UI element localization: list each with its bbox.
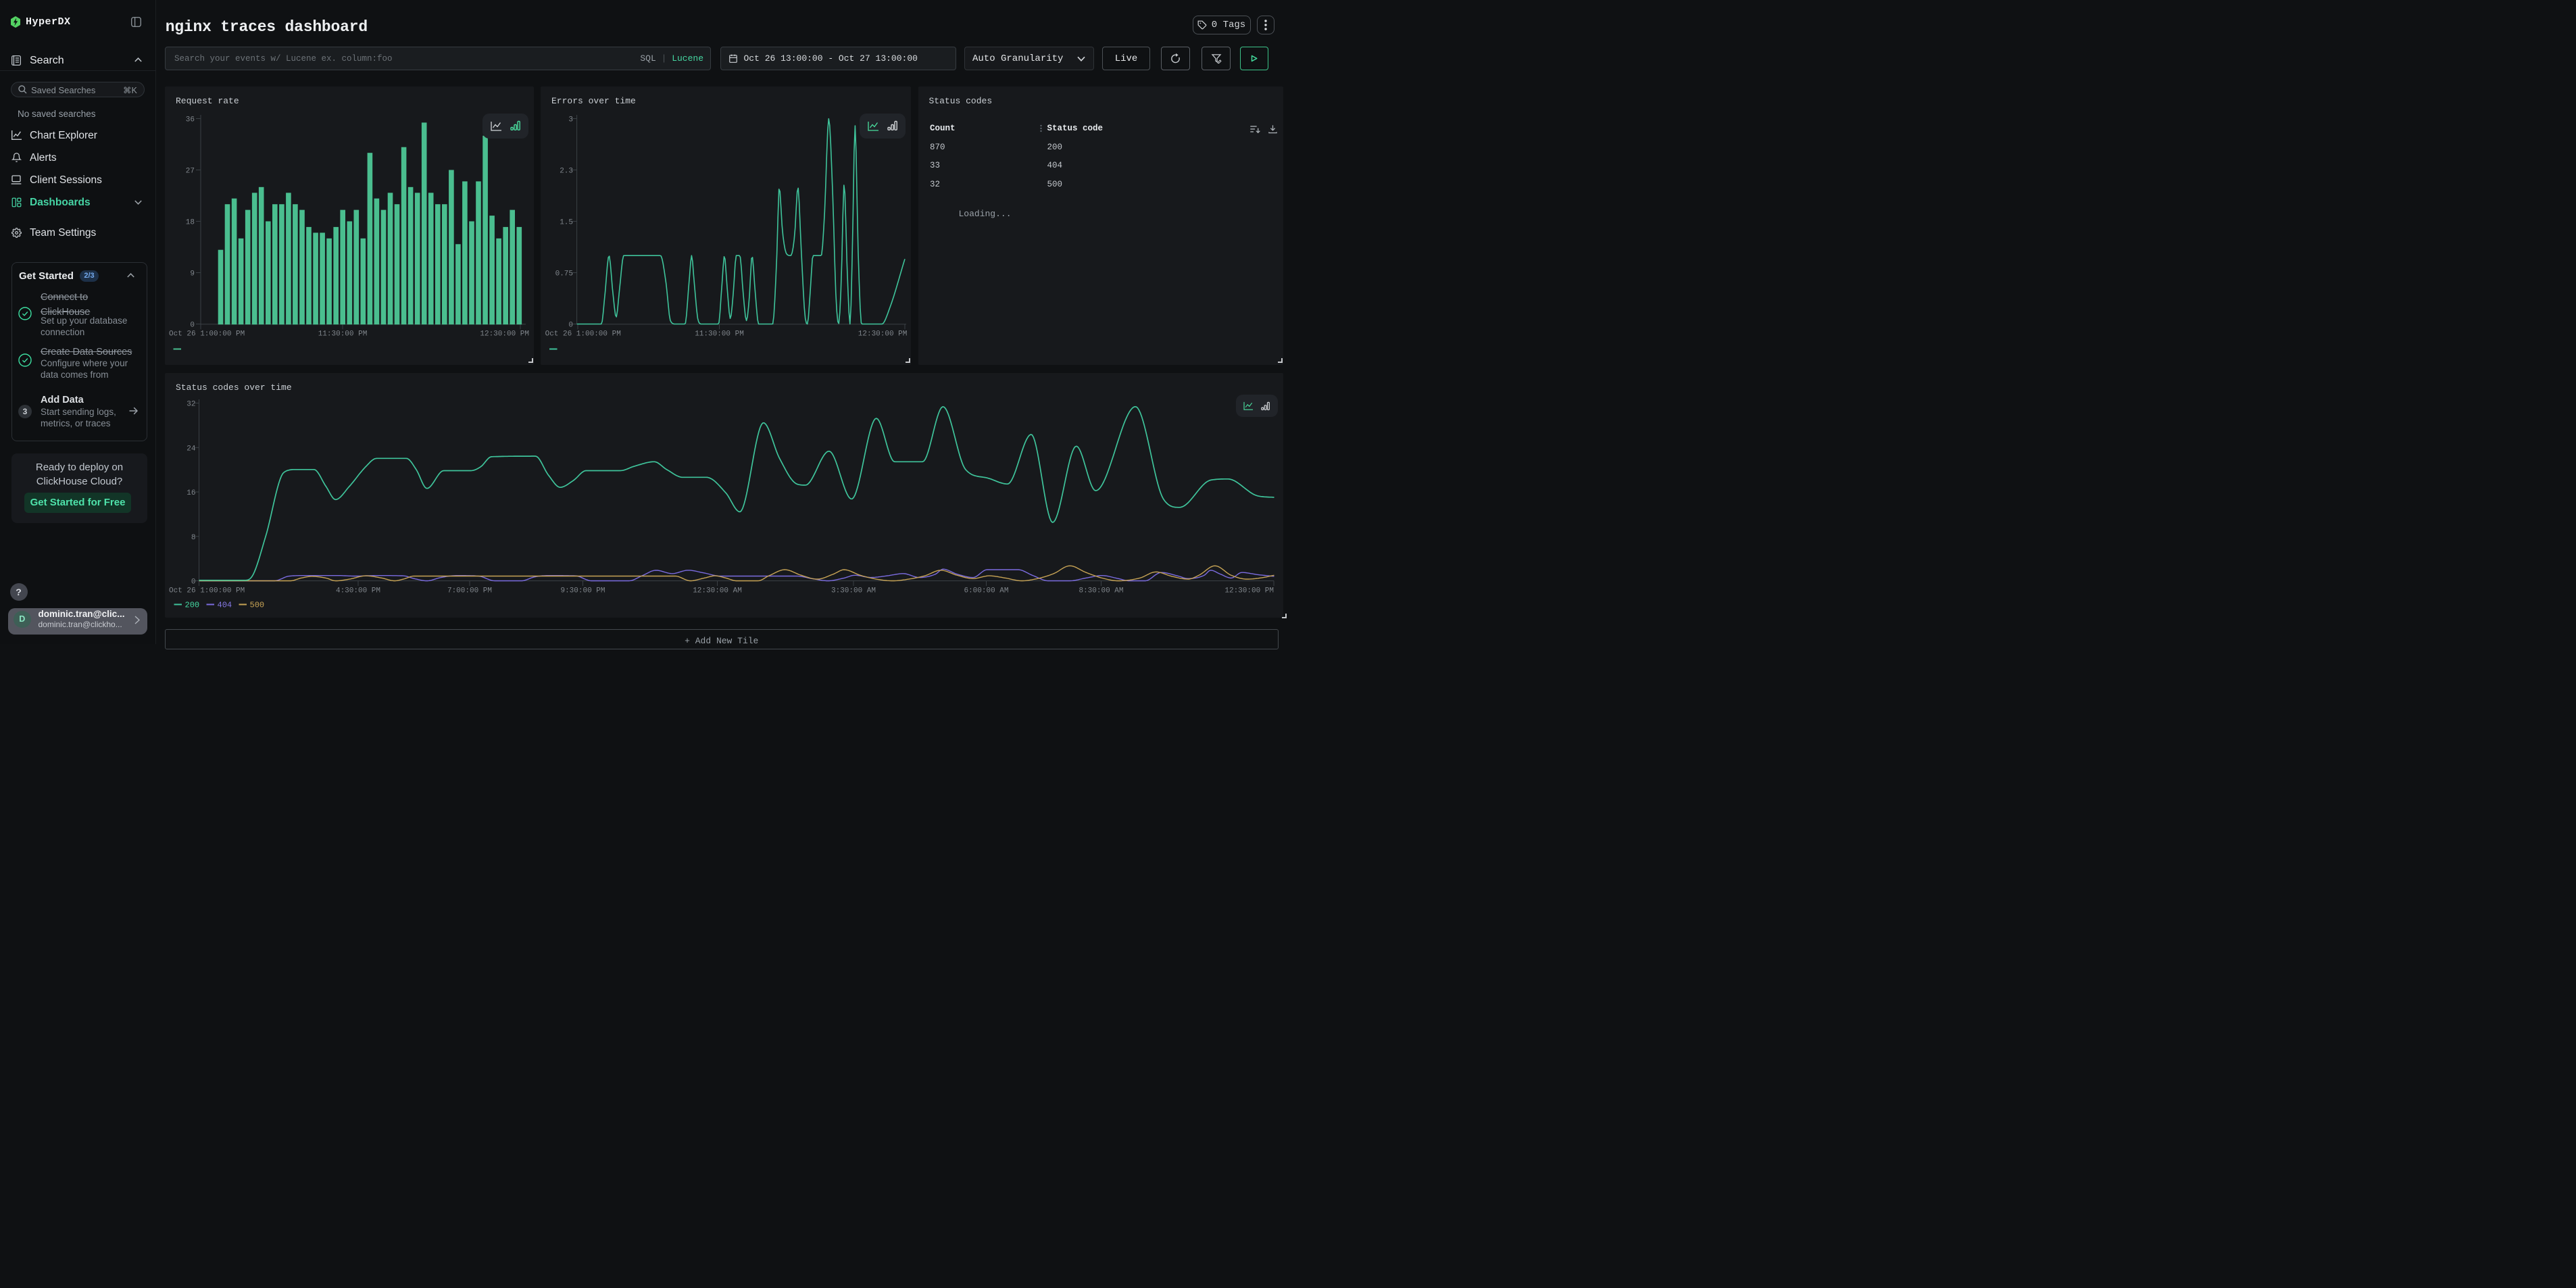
svg-text:7:00:00 PM: 7:00:00 PM <box>447 587 492 595</box>
svg-text:8: 8 <box>191 534 196 542</box>
svg-text:2.3: 2.3 <box>560 167 573 175</box>
svg-text:9:30:00 PM: 9:30:00 PM <box>560 587 605 595</box>
svg-text:0: 0 <box>190 321 195 329</box>
svg-text:6:00:00 AM: 6:00:00 AM <box>964 587 1008 595</box>
svg-text:12:30:00 PM: 12:30:00 PM <box>858 330 908 338</box>
svg-text:9: 9 <box>190 270 195 278</box>
svg-text:12:30:00 PM: 12:30:00 PM <box>480 330 529 338</box>
svg-text:11:30:00 PM: 11:30:00 PM <box>695 330 744 338</box>
svg-text:200: 200 <box>185 601 200 610</box>
svg-text:32: 32 <box>187 401 195 409</box>
svg-text:4:30:00 PM: 4:30:00 PM <box>336 587 380 595</box>
svg-text:3: 3 <box>568 116 573 124</box>
svg-text:36: 36 <box>186 116 195 124</box>
svg-text:1.5: 1.5 <box>560 218 573 226</box>
svg-text:Oct 26 1:00:00 PM: Oct 26 1:00:00 PM <box>545 330 621 338</box>
svg-text:3:30:00 AM: 3:30:00 AM <box>831 587 876 595</box>
svg-text:16: 16 <box>187 489 195 497</box>
svg-text:12:30:00 AM: 12:30:00 AM <box>693 587 742 595</box>
svg-text:27: 27 <box>186 167 195 175</box>
svg-text:Oct 26 1:00:00 PM: Oct 26 1:00:00 PM <box>169 330 245 338</box>
svg-text:0: 0 <box>191 578 196 587</box>
svg-text:12:30:00 PM: 12:30:00 PM <box>1224 587 1274 595</box>
svg-text:11:30:00 PM: 11:30:00 PM <box>318 330 368 338</box>
svg-text:24: 24 <box>187 445 196 453</box>
svg-text:8:30:00 AM: 8:30:00 AM <box>1079 587 1123 595</box>
svg-text:18: 18 <box>186 218 195 226</box>
svg-text:0.75: 0.75 <box>555 270 573 278</box>
svg-text:Oct 26 1:00:00 PM: Oct 26 1:00:00 PM <box>169 587 245 595</box>
svg-text:404: 404 <box>218 601 232 610</box>
svg-text:500: 500 <box>250 601 265 610</box>
svg-text:0: 0 <box>568 321 573 329</box>
